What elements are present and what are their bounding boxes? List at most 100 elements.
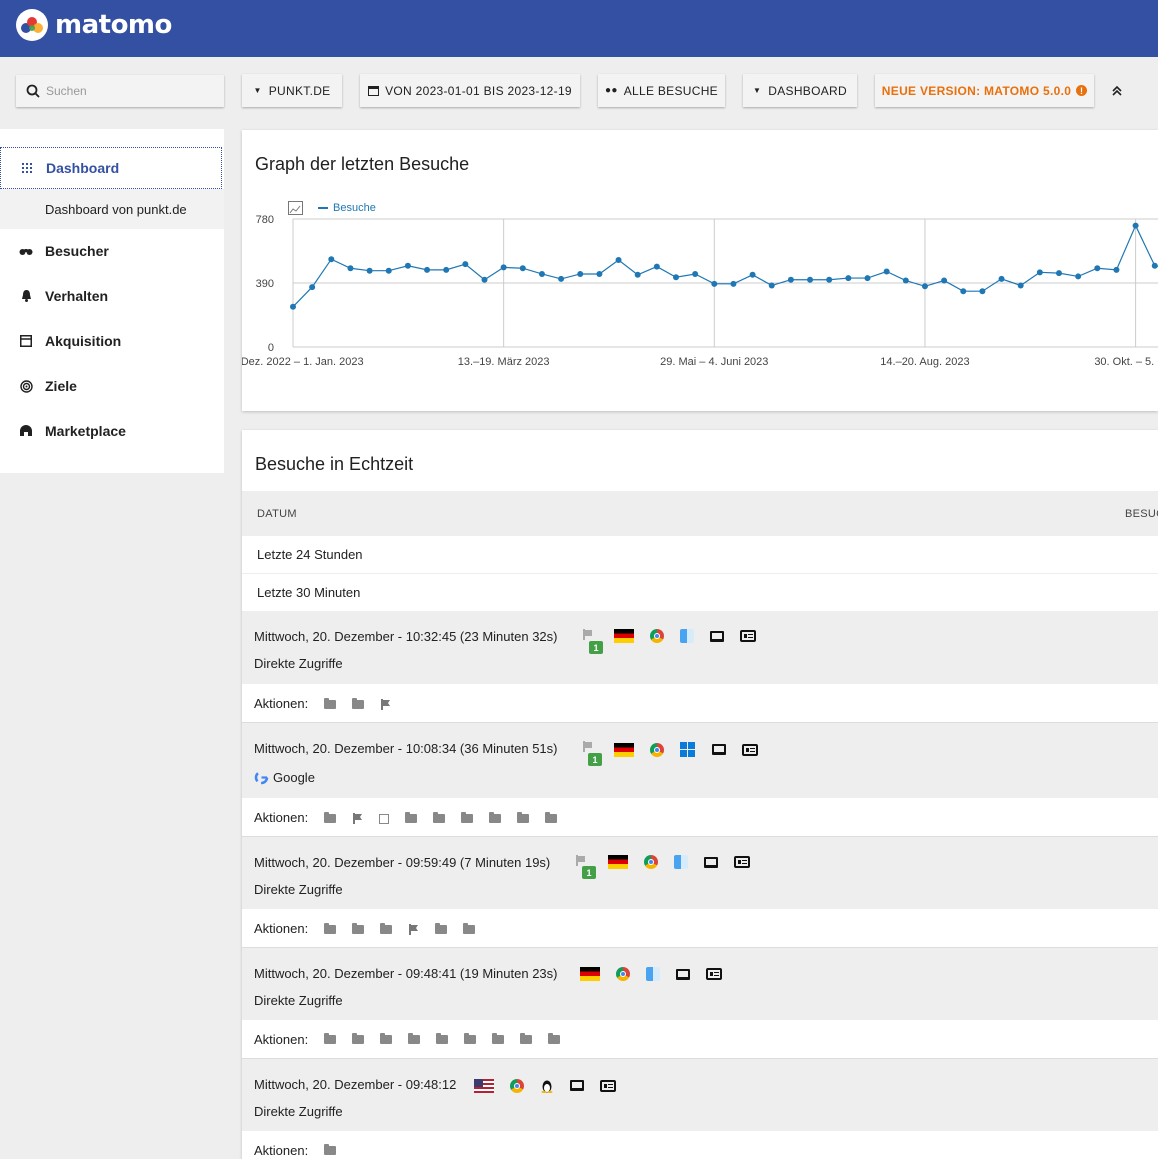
y-tick-label: 780	[256, 214, 274, 226]
logo-text: matomo	[55, 10, 172, 40]
visitor-profile-icon[interactable]	[706, 968, 722, 980]
graph-widget: Graph der letzten Besuche Besuche 0 390 78…	[242, 130, 1158, 411]
folder-icon[interactable]	[461, 812, 473, 823]
folder-icon[interactable]	[352, 1033, 364, 1044]
grid-icon	[20, 161, 34, 175]
visit-row[interactable]: Mittwoch, 20. Dezember - 09:48:41 (19 Mi…	[242, 947, 1158, 1021]
sidebar-item-dashboard[interactable]: Dashboard	[0, 147, 222, 189]
visitor-info-icons	[580, 967, 722, 981]
visitor-profile-icon[interactable]	[734, 856, 750, 868]
search-input[interactable]: Suchen	[16, 75, 224, 107]
sidebar-item-marketplace[interactable]: Marketplace	[0, 419, 224, 443]
matomo-logo[interactable]: matomo	[16, 9, 172, 41]
actions-icons	[324, 1033, 576, 1044]
data-point	[692, 270, 699, 277]
sidebar-subitem-dashboard-punkt[interactable]: Dashboard von punkt.de	[0, 189, 224, 229]
outlink-icon[interactable]	[379, 813, 389, 824]
sidebar-item-akquisition[interactable]: Akquisition	[0, 329, 224, 353]
sidebar-item-ziele[interactable]: Ziele	[0, 374, 224, 398]
germany-flag-icon	[608, 855, 628, 869]
data-point	[366, 267, 373, 274]
event-flag-icon[interactable]	[408, 924, 419, 935]
folder-icon[interactable]	[324, 1144, 336, 1155]
visitor-info-icons	[474, 1078, 616, 1093]
visit-row[interactable]: Mittwoch, 20. Dezember - 10:08:34 (36 Mi…	[242, 722, 1158, 799]
folder-icon[interactable]	[492, 1033, 504, 1044]
data-point	[577, 270, 584, 277]
folder-icon[interactable]	[464, 1033, 476, 1044]
germany-flag-icon	[614, 629, 634, 643]
event-flag-icon[interactable]	[352, 813, 363, 824]
row-last-30m: Letzte 30 Minuten	[257, 585, 361, 600]
visit-actions-row: Aktionen:	[242, 909, 1158, 947]
sidebar-item-verhalten[interactable]: Verhalten	[0, 284, 224, 308]
visit-row[interactable]: Mittwoch, 20. Dezember - 09:48:12 Direkt…	[242, 1058, 1158, 1132]
folder-icon[interactable]	[352, 923, 364, 934]
logo-icon	[16, 9, 48, 41]
data-point	[730, 280, 737, 287]
actions-icons	[324, 812, 573, 824]
desktop-icon	[704, 856, 718, 868]
event-flag-icon[interactable]	[380, 699, 391, 710]
collapse-toolbar-icon[interactable]	[1109, 83, 1125, 99]
chrome-icon	[644, 855, 658, 869]
caret-down-icon: ▼	[753, 86, 762, 95]
folder-icon[interactable]	[545, 812, 557, 823]
visit-referrer: Direkte Zugriffe	[254, 656, 343, 671]
new-version-button[interactable]: NEUE VERSION: MATOMO 5.0.0 !	[875, 74, 1094, 107]
windows-icon	[680, 742, 696, 757]
folder-icon[interactable]	[435, 923, 447, 934]
data-point	[462, 261, 469, 268]
data-point	[1151, 262, 1158, 269]
chrome-icon	[650, 742, 664, 757]
sidebar-item-besucher[interactable]: Besucher	[0, 239, 224, 263]
data-point	[883, 268, 890, 275]
segment-button[interactable]: ●● ALLE BESUCHE	[598, 74, 725, 107]
bell-icon	[19, 289, 33, 303]
folder-icon[interactable]	[324, 1033, 336, 1044]
data-point	[807, 276, 814, 283]
data-point	[290, 303, 296, 310]
dashboard-menu-label: DASHBOARD	[768, 83, 847, 98]
folder-icon[interactable]	[489, 812, 501, 823]
folder-icon[interactable]	[324, 923, 336, 934]
visitor-profile-icon[interactable]	[600, 1079, 616, 1092]
actions-label: Aktionen:	[254, 1143, 309, 1158]
dashboard-menu-button[interactable]: ▼ DASHBOARD	[743, 74, 857, 107]
data-point	[1094, 265, 1101, 272]
folder-icon[interactable]	[517, 812, 529, 823]
data-point	[538, 270, 545, 277]
calendar-icon	[368, 85, 380, 96]
google-icon	[254, 770, 269, 785]
data-point	[634, 271, 641, 278]
folder-icon[interactable]	[352, 698, 364, 709]
folder-icon[interactable]	[380, 923, 392, 934]
date-range-button[interactable]: VON 2023-01-01 BIS 2023-12-19	[360, 74, 580, 107]
folder-icon[interactable]	[463, 923, 475, 934]
y-tick-label: 0	[268, 342, 274, 354]
folder-icon[interactable]	[408, 1033, 420, 1044]
visit-row[interactable]: Mittwoch, 20. Dezember - 10:32:45 (23 Mi…	[242, 611, 1158, 684]
segment-label: ALLE BESUCHE	[623, 83, 718, 98]
folder-icon[interactable]	[405, 812, 417, 823]
data-point	[902, 277, 909, 284]
actions-label: Aktionen:	[254, 696, 309, 711]
data-point	[845, 275, 852, 282]
data-point	[385, 267, 392, 274]
folder-icon[interactable]	[433, 812, 445, 823]
folder-icon[interactable]	[436, 1033, 448, 1044]
folder-icon[interactable]	[324, 812, 336, 823]
visit-actions-row: Aktionen:	[242, 798, 1158, 836]
visit-actions-row: Aktionen:	[242, 1131, 1158, 1159]
folder-icon[interactable]	[380, 1033, 392, 1044]
visit-datetime: Mittwoch, 20. Dezember - 10:08:34 (36 Mi…	[254, 741, 558, 756]
folder-icon[interactable]	[548, 1033, 560, 1044]
site-selector-button[interactable]: ▼ PUNKT.DE	[242, 74, 342, 107]
folder-icon[interactable]	[520, 1033, 532, 1044]
data-point	[749, 271, 756, 278]
data-point	[404, 262, 411, 269]
folder-icon[interactable]	[324, 698, 336, 709]
visitor-profile-icon[interactable]	[740, 630, 756, 642]
visitor-profile-icon[interactable]	[742, 743, 758, 756]
visit-row[interactable]: Mittwoch, 20. Dezember - 09:59:49 (7 Min…	[242, 836, 1158, 910]
